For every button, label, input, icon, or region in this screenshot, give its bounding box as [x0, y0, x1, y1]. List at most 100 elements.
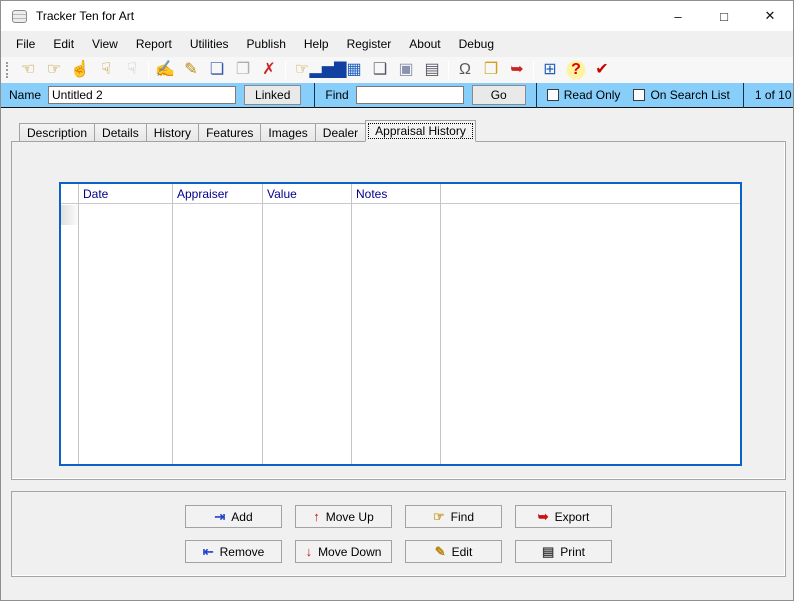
find-button-label: Find — [450, 509, 474, 524]
toolbar-separator — [285, 61, 286, 79]
tab-appraisal-history[interactable]: Appraisal History — [365, 120, 476, 142]
print-icon: ▤ — [542, 544, 555, 559]
find-label: Find — [325, 88, 349, 102]
edit-button[interactable]: ✎ Edit — [405, 540, 502, 563]
move-up-button-label: Move Up — [325, 509, 374, 524]
app-window: Tracker Ten for Art – □ ✕ File Edit View Re… — [0, 0, 794, 601]
tab-details[interactable]: Details — [94, 123, 147, 142]
menu-item-publish[interactable]: Publish — [238, 32, 295, 56]
read-only-label: Read Only — [563, 88, 621, 102]
grid-header-value[interactable]: Value — [263, 184, 351, 204]
window-controls: – □ ✕ — [655, 1, 793, 31]
name-input[interactable] — [48, 86, 237, 104]
linked-button[interactable]: Linked — [244, 85, 302, 105]
menu-item-utilities[interactable]: Utilities — [181, 32, 238, 56]
tab-features[interactable]: Features — [198, 123, 262, 142]
quickbar-separator — [742, 82, 744, 108]
title-bar: Tracker Ten for Art – □ ✕ — [1, 1, 793, 31]
grid-header-date[interactable]: Date — [79, 184, 172, 204]
post-record-icon[interactable]: ❏ — [204, 59, 230, 81]
read-only-checkbox-box[interactable] — [546, 89, 559, 101]
record-quick-bar: Name Linked Find Go Read Only On Search … — [1, 82, 793, 108]
remove-button[interactable]: ⇤ Remove — [185, 540, 282, 563]
grid-column-notes: Notes — [352, 184, 441, 464]
find-icon: ☞ — [433, 509, 445, 524]
menu-item-help[interactable]: Help — [295, 32, 338, 56]
actions-panel: ⇥ Add ↑ Move Up ☞ Find ➥ Export ⇤ Remove ↓ Move Dow… — [11, 491, 786, 577]
find-button[interactable]: ☞ Find — [405, 505, 502, 528]
edit-button-label: Edit — [451, 544, 473, 559]
quickbar-separator — [535, 82, 537, 108]
on-search-list-checkbox[interactable]: On Search List — [633, 88, 730, 102]
add-button[interactable]: ⇥ Add — [185, 505, 282, 528]
grid-filler-column — [441, 184, 740, 464]
grid-column-value: Value — [263, 184, 352, 464]
copy-record-disabled-icon[interactable]: ❐ — [230, 59, 256, 81]
move-up-button[interactable]: ↑ Move Up — [295, 505, 392, 528]
spellcheck-icon[interactable]: ✔ — [589, 59, 615, 81]
grid-row-selector-column — [61, 184, 79, 464]
grid-new-row-marker — [61, 205, 78, 225]
tab-images[interactable]: Images — [260, 123, 316, 142]
toolbar: ☜ ☞ ☝ ☟ ☟ ✍ ✎ ❏ ❐ ✗ ☞ ▂▅▇ ▦ ❑ ▣ ▤ Ω ❒ ➥ ⊞? ✔ — [1, 57, 793, 83]
tab-description[interactable]: Description — [19, 123, 96, 142]
copy-pages-icon[interactable]: ❑ — [367, 59, 393, 81]
tab-history[interactable]: History — [145, 123, 200, 142]
maximize-button[interactable]: □ — [701, 1, 747, 31]
toolbar-grip[interactable] — [6, 62, 10, 78]
grid-header-notes[interactable]: Notes — [352, 184, 440, 204]
edit-icon: ✎ — [434, 544, 446, 559]
delete-record-icon[interactable]: ✗ — [256, 59, 282, 81]
toolbar-separator — [533, 61, 534, 79]
nav-first-record-icon[interactable]: ☜ — [15, 59, 41, 81]
appraisal-history-panel: Date Appraiser Value Notes — [11, 141, 786, 480]
grid-column-appraiser: Appraiser — [173, 184, 263, 464]
close-button[interactable]: ✕ — [747, 1, 793, 31]
media-viewer-icon[interactable]: ▣ — [393, 59, 419, 81]
on-search-list-label: On Search List — [650, 88, 730, 102]
menu-item-edit[interactable]: Edit — [44, 32, 83, 56]
edit-record-icon[interactable]: ✎ — [178, 59, 204, 81]
menu-item-debug[interactable]: Debug — [450, 32, 503, 56]
menu-item-register[interactable]: Register — [338, 32, 401, 56]
remove-button-label: Remove — [219, 544, 265, 559]
move-down-button-label: Move Down — [318, 544, 382, 559]
minimize-button[interactable]: – — [655, 1, 701, 31]
remove-icon: ⇤ — [202, 544, 214, 559]
print-button[interactable]: ▤ Print — [515, 540, 612, 563]
grid-column-date: Date — [79, 184, 173, 464]
read-only-checkbox[interactable]: Read Only — [546, 88, 621, 102]
menu-item-file[interactable]: File — [7, 32, 44, 56]
app-icon — [12, 9, 27, 23]
export-button-label: Export — [554, 509, 590, 524]
help-icon[interactable]: ? — [563, 59, 589, 81]
window-title: Tracker Ten for Art — [36, 9, 135, 23]
record-counter: 1 of 10 — [754, 88, 792, 102]
menu-bar: File Edit View Report Utilities Publish Help Re… — [1, 31, 793, 57]
nav-up-record-icon[interactable]: ☝ — [67, 59, 93, 81]
menu-item-about[interactable]: About — [400, 32, 449, 56]
menu-item-view[interactable]: View — [83, 32, 127, 56]
appraisal-grid[interactable]: Date Appraiser Value Notes — [59, 182, 742, 466]
tab-dealer[interactable]: Dealer — [314, 123, 367, 142]
grid-header-appraiser[interactable]: Appraiser — [173, 184, 262, 204]
open-folder-icon[interactable]: ❒ — [478, 59, 504, 81]
data-table-icon[interactable]: ▦ — [341, 59, 367, 81]
export-button[interactable]: ➥ Export — [515, 505, 612, 528]
tab-strip: Description Details History Features Images D… — [19, 120, 476, 142]
go-button[interactable]: Go — [471, 85, 526, 105]
menu-item-report[interactable]: Report — [127, 32, 181, 56]
nav-ghost-hand-icon[interactable]: ☟ — [119, 59, 145, 81]
add-icon: ⇥ — [214, 509, 226, 524]
export-save-icon[interactable]: ➥ — [504, 59, 530, 81]
move-down-button[interactable]: ↓ Move Down — [295, 540, 392, 563]
calculator-icon[interactable]: ⊞ — [537, 59, 563, 81]
nav-next-record-icon[interactable]: ☞ — [41, 59, 67, 81]
find-input[interactable] — [355, 86, 464, 104]
nav-last-record-icon[interactable]: ☟ — [93, 59, 119, 81]
on-search-list-checkbox-box[interactable] — [633, 89, 646, 101]
print-toolbar-icon[interactable]: ▤ — [419, 59, 445, 81]
report-chart-icon[interactable]: ▂▅▇ — [310, 59, 347, 81]
new-record-icon[interactable]: ✍ — [152, 59, 178, 81]
lock-icon[interactable]: Ω — [452, 59, 478, 81]
